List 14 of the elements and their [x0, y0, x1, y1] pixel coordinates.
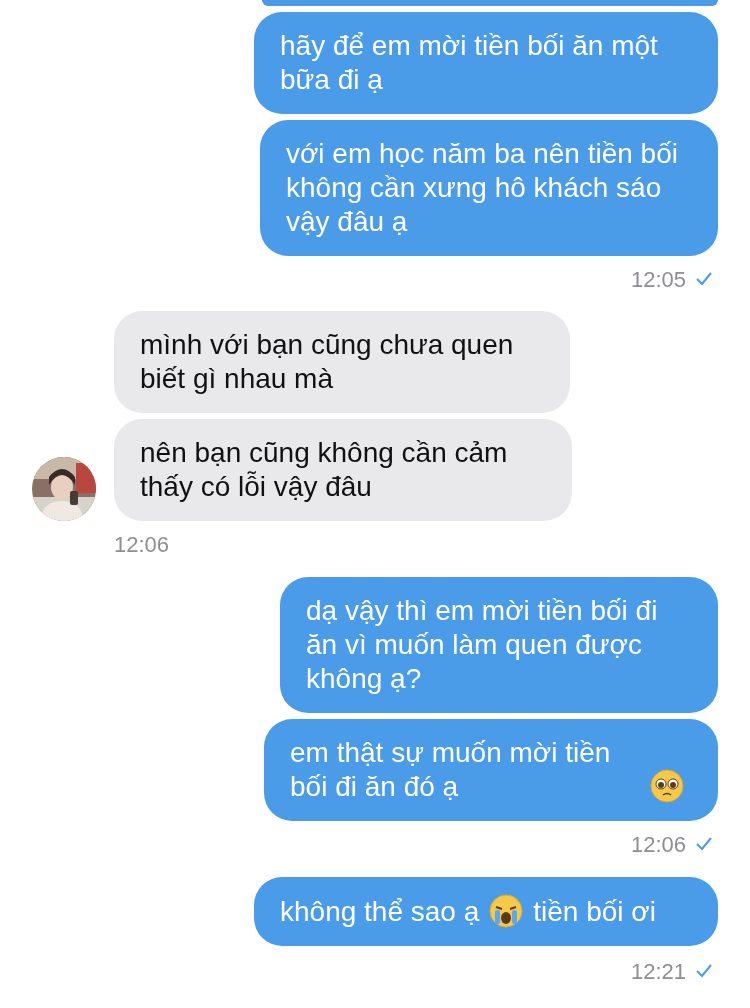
message-text: dạ vậy thì em mời tiền bối đi ăn vì muốn làm quen được không ạ? — [306, 594, 659, 696]
message-text: tiền bối ơi — [533, 895, 656, 929]
message-text: với em học năm ba nên tiền bối không cần xưng hô khách sáo vậy đâu ạ — [286, 137, 679, 239]
message-text: nên bạn cũng không cần cảm thấy có lỗi vậy đâu — [140, 436, 509, 504]
message-text: mình với bạn cũng chưa quen biết gì nhau mà — [140, 328, 515, 396]
message-text: em thật sự muốn mời tiền bối đi ăn đó ạ — [290, 736, 612, 804]
message-text: hãy để em mời tiền bối ăn một bữa đi ạ — [280, 29, 659, 97]
message-text: không thể sao ạ — [280, 895, 480, 929]
pleading-face-icon — [650, 769, 684, 803]
timestamp: 12:06 — [114, 530, 170, 559]
timestamp: 12:21 — [630, 957, 686, 986]
timestamp: 12:06 — [630, 830, 686, 859]
crying-face-icon — [489, 894, 524, 928]
timestamp: 12:05 — [630, 265, 686, 294]
